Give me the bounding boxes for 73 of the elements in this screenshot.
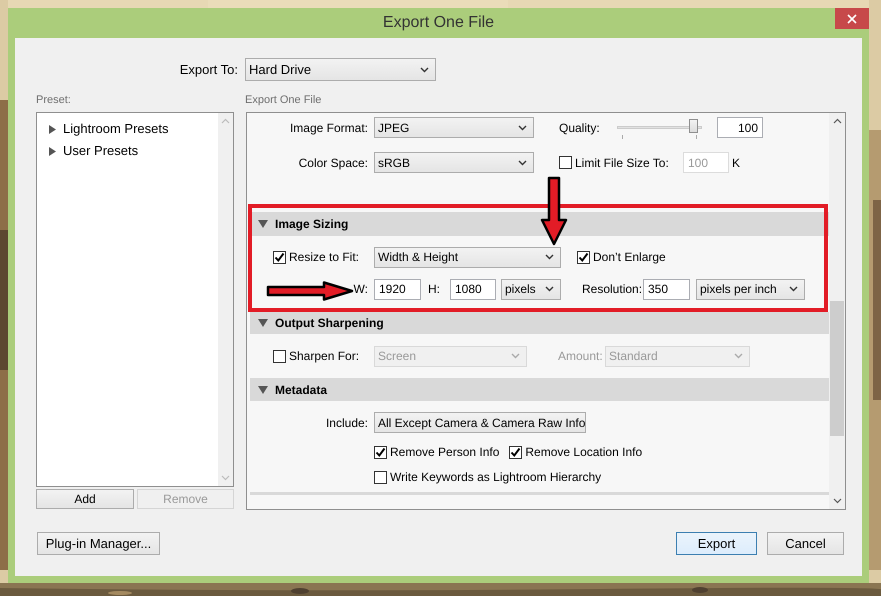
chevron-icon: [545, 254, 554, 260]
chevron-icon: [518, 160, 527, 166]
dropdown[interactable]: sRGB: [374, 152, 534, 173]
field-label: Color Space:: [298, 154, 368, 172]
tree-item[interactable]: User Presets: [37, 140, 218, 162]
dropdown[interactable]: pixels: [501, 278, 561, 300]
triangle-icon: [258, 219, 268, 229]
section-header[interactable]: Metadata: [250, 378, 829, 401]
field-label: Remove Person Info: [390, 444, 500, 461]
checkbox[interactable]: [559, 156, 572, 169]
field-label: Amount:: [558, 348, 604, 365]
button[interactable]: Export: [676, 532, 757, 555]
checkbox[interactable]: [374, 446, 387, 458]
dropdown[interactable]: pixels per inch: [696, 278, 805, 300]
chevron-icon: [420, 66, 429, 72]
field-label: W:: [352, 281, 368, 298]
field-label: Don’t Enlarge: [593, 249, 666, 266]
field-label: Include:: [324, 414, 368, 432]
chevron-icon: [734, 353, 743, 359]
arrow-icon: [266, 281, 354, 301]
field-label: Resize to Fit:: [289, 249, 360, 266]
triangle-icon: [258, 318, 268, 328]
dropdown[interactable]: Width & Height: [374, 246, 561, 268]
field-label: Resolution:: [582, 281, 643, 298]
input-field[interactable]: 1920: [374, 278, 421, 300]
field-label: Sharpen For:: [289, 348, 360, 365]
checkbox[interactable]: [577, 250, 590, 264]
scrollbar[interactable]: [218, 113, 233, 486]
close-icon: [847, 14, 857, 24]
chevron-up-icon: [221, 118, 230, 124]
window-title: Export One File: [382, 13, 494, 33]
panel-label: Preset:: [35, 93, 72, 106]
field-label: Quality:: [559, 120, 601, 136]
scrollbar[interactable]: [829, 113, 845, 509]
chevron-down-icon: [221, 475, 230, 481]
chevron-icon: [545, 286, 554, 292]
button[interactable]: Add: [36, 489, 134, 509]
chevron-up-icon: [832, 118, 842, 124]
field-label: Export To:: [178, 60, 238, 79]
arrow-icon: [540, 176, 568, 246]
field-label: Remove Location Info: [525, 444, 642, 461]
button[interactable]: Plug-in Manager...: [37, 532, 160, 555]
chevron-down-icon: [832, 498, 842, 504]
input-field[interactable]: 1080: [450, 278, 496, 300]
close-button[interactable]: [835, 8, 869, 29]
chevron-icon: [511, 353, 520, 359]
button[interactable]: Cancel: [767, 532, 844, 555]
field-label: H:: [428, 281, 441, 298]
checkbox[interactable]: [273, 350, 286, 362]
chevron-icon: [789, 286, 798, 292]
checkbox[interactable]: [509, 446, 522, 458]
dropdown[interactable]: JPEG: [374, 117, 534, 138]
scrollbar-thumb[interactable]: [830, 301, 844, 436]
tree-item[interactable]: Lightroom Presets: [37, 118, 218, 140]
dropdown[interactable]: All Except Camera & Camera Raw Info: [374, 412, 586, 433]
checkbox[interactable]: [374, 470, 387, 484]
triangle-icon: [48, 124, 57, 134]
field-label: K: [732, 154, 740, 172]
triangle-icon: [48, 146, 57, 156]
checkbox[interactable]: [273, 250, 286, 264]
section-header[interactable]: Output Sharpening: [250, 312, 829, 334]
field-label: Image Format:: [288, 120, 368, 136]
section-header[interactable]: Image Sizing: [250, 212, 829, 236]
input-field[interactable]: 350: [643, 278, 690, 300]
triangle-icon: [258, 384, 268, 394]
field-label: Limit File Size To:: [575, 154, 670, 172]
input-field[interactable]: 100: [717, 117, 763, 138]
chevron-icon: [518, 124, 527, 130]
slider-thumb[interactable]: [689, 119, 698, 133]
slider[interactable]: [617, 117, 702, 138]
panel-label: Export One File: [245, 93, 322, 106]
dropdown[interactable]: Hard Drive: [245, 58, 436, 81]
field-label: Write Keywords as Lightroom Hierarchy: [390, 469, 602, 486]
